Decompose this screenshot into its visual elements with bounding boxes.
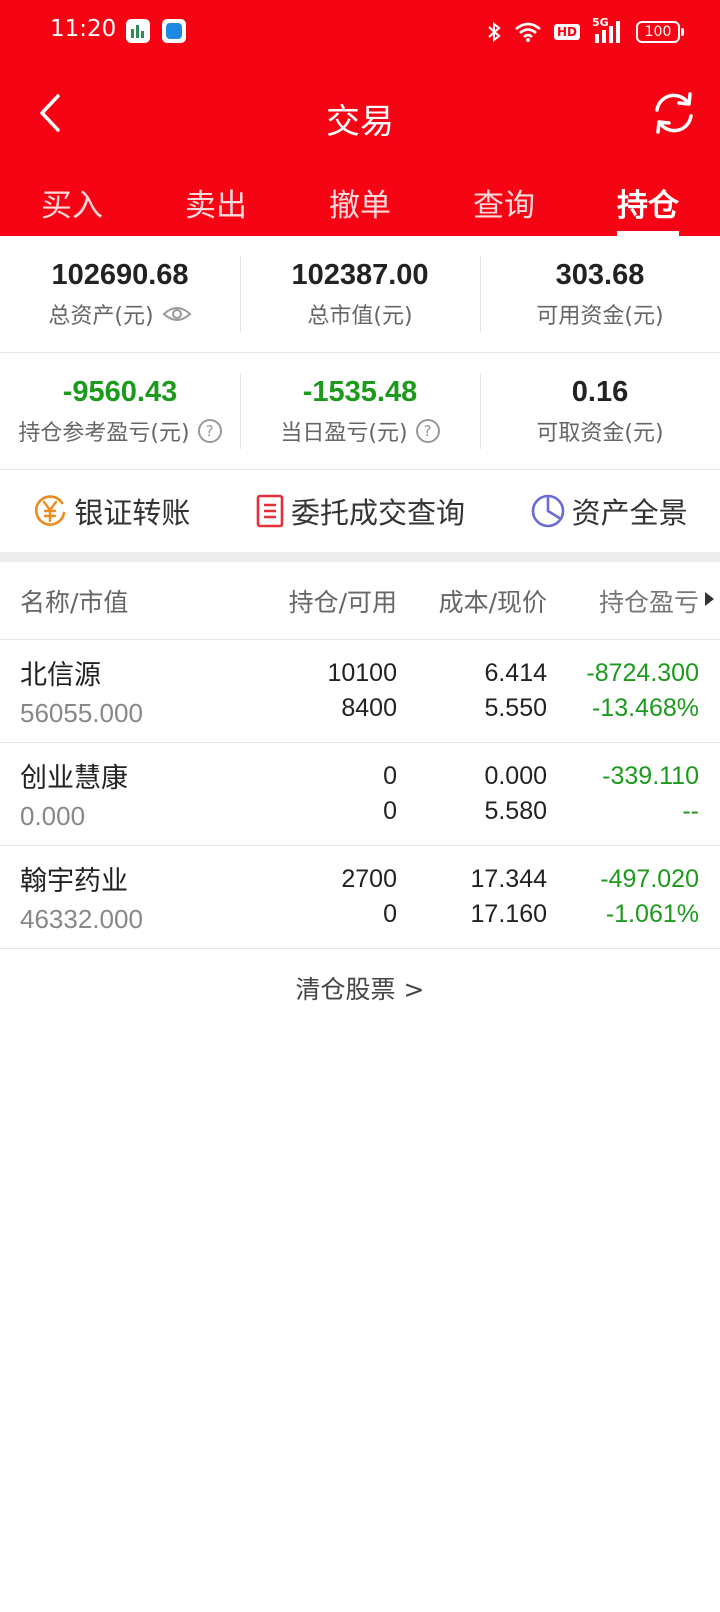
current-price: 5.580 bbox=[484, 797, 547, 825]
stock-market-value: 56055.000 bbox=[20, 698, 143, 728]
table-row[interactable]: 翰宇药业 46332.000 2700 0 17.344 17.160 -497… bbox=[0, 846, 720, 949]
header-holding-available: 持仓/可用 bbox=[288, 587, 397, 617]
summary-row-1: 102690.68 总资产(元) 102387.00 总市值(元) 303.68… bbox=[0, 236, 720, 353]
daily-pl-cell: -1535.48 当日盈亏(元) ? bbox=[240, 353, 480, 469]
stock-app-notification-icon bbox=[126, 19, 150, 43]
positions-table: 名称/市值 持仓/可用 成本/现价 持仓盈亏 北信源 56055.000 101… bbox=[0, 562, 720, 949]
current-price: 5.550 bbox=[484, 694, 547, 722]
position-pl: -339.110 bbox=[602, 762, 699, 790]
stock-name: 北信源 bbox=[20, 660, 101, 691]
app-header: 11:20 HD 5G 100 交易 买入 卖出 撤单 查询 持仓 bbox=[0, 0, 720, 236]
position-pl-cell: -9560.43 持仓参考盈亏(元) ? bbox=[0, 353, 240, 469]
header-name-market-value: 名称/市值 bbox=[20, 587, 129, 617]
total-market-value-value: 102387.00 bbox=[291, 258, 429, 291]
bank-transfer-label: 银证转账 bbox=[74, 496, 191, 530]
system-status-icons: HD 5G 100 bbox=[486, 16, 684, 46]
cost-price: 17.344 bbox=[470, 865, 547, 893]
order-query-label: 委托成交查询 bbox=[290, 496, 465, 530]
page-title: 交易 bbox=[326, 102, 394, 142]
position-pl-value: -9560.43 bbox=[62, 375, 178, 408]
holding-quantity: 0 bbox=[383, 762, 397, 790]
daily-pl-label-group: 当日盈亏(元) ? bbox=[280, 415, 440, 447]
daily-pl-value: -1535.48 bbox=[302, 375, 418, 408]
scroll-right-arrow-icon[interactable] bbox=[705, 592, 714, 606]
position-pl-percent: -1.061% bbox=[605, 900, 699, 928]
total-assets-cell: 102690.68 总资产(元) bbox=[0, 236, 240, 352]
current-price: 17.160 bbox=[470, 900, 547, 928]
tab-sell[interactable]: 卖出 bbox=[144, 170, 288, 236]
bank-transfer-button[interactable]: 银证转账 bbox=[32, 490, 190, 532]
section-divider bbox=[0, 552, 720, 562]
pie-chart-icon bbox=[531, 494, 564, 528]
status-bar: 11:20 HD 5G 100 bbox=[0, 0, 720, 64]
total-assets-label-group: 总资产(元) bbox=[48, 298, 192, 330]
holding-quantity: 10100 bbox=[327, 659, 397, 687]
tab-positions[interactable]: 持仓 bbox=[576, 170, 720, 236]
order-query-button[interactable]: 委托成交查询 bbox=[255, 490, 465, 532]
help-icon[interactable]: ? bbox=[197, 418, 222, 443]
table-row[interactable]: 创业慧康 0.000 0 0 0.000 5.580 -339.110 -- bbox=[0, 743, 720, 846]
cost-price: 6.414 bbox=[484, 659, 547, 687]
app-notification-icon bbox=[162, 19, 186, 43]
stock-name: 创业慧康 bbox=[20, 763, 128, 794]
available-funds-cell: 303.68 可用资金(元) bbox=[480, 236, 720, 352]
stock-name: 翰宇药业 bbox=[20, 866, 128, 897]
total-assets-value: 102690.68 bbox=[51, 258, 189, 291]
tab-query[interactable]: 查询 bbox=[432, 170, 576, 236]
quick-actions: 银证转账 委托成交查询 资产全景 bbox=[0, 470, 720, 552]
cleared-stocks-link[interactable]: 清仓股票 > bbox=[0, 970, 720, 1006]
total-market-value-label: 总市值(元) bbox=[307, 303, 413, 329]
cost-price: 0.000 bbox=[484, 762, 547, 790]
table-row[interactable]: 北信源 56055.000 10100 8400 6.414 5.550 -87… bbox=[0, 640, 720, 743]
header-cost-price: 成本/现价 bbox=[438, 587, 547, 617]
withdrawable-funds-cell: 0.16 可取资金(元) bbox=[480, 353, 720, 469]
asset-overview-button[interactable]: 资产全景 bbox=[530, 490, 688, 532]
stock-market-value: 0.000 bbox=[20, 801, 86, 831]
available-quantity: 0 bbox=[383, 900, 397, 928]
position-pl-label-group: 持仓参考盈亏(元) ? bbox=[18, 415, 222, 447]
table-header: 名称/市值 持仓/可用 成本/现价 持仓盈亏 bbox=[0, 562, 720, 640]
daily-pl-label: 当日盈亏(元) bbox=[280, 420, 408, 446]
document-list-icon bbox=[256, 494, 284, 528]
signal-indicator: 5G bbox=[592, 16, 624, 44]
position-pl: -497.020 bbox=[600, 865, 699, 893]
trade-tabs: 买入 卖出 撤单 查询 持仓 bbox=[0, 170, 720, 236]
asset-overview-label: 资产全景 bbox=[571, 496, 688, 530]
total-assets-label: 总资产(元) bbox=[48, 303, 154, 329]
account-summary: 102690.68 总资产(元) 102387.00 总市值(元) 303.68… bbox=[0, 236, 720, 470]
tab-buy[interactable]: 买入 bbox=[0, 170, 144, 236]
hd-badge: HD bbox=[553, 24, 580, 40]
eye-icon[interactable] bbox=[162, 304, 192, 324]
position-pl-percent: -13.468% bbox=[591, 694, 699, 722]
position-pl-label: 持仓参考盈亏(元) bbox=[18, 420, 190, 446]
status-time: 11:20 bbox=[50, 16, 117, 42]
withdrawable-funds-value: 0.16 bbox=[571, 375, 629, 408]
available-quantity: 8400 bbox=[341, 694, 397, 722]
stock-market-value: 46332.000 bbox=[20, 904, 143, 934]
tab-cancel-order[interactable]: 撤单 bbox=[288, 170, 432, 236]
withdrawable-funds-label: 可取资金(元) bbox=[536, 420, 664, 446]
available-funds-label: 可用资金(元) bbox=[536, 303, 664, 329]
available-quantity: 0 bbox=[383, 797, 397, 825]
total-market-value-cell: 102387.00 总市值(元) bbox=[240, 236, 480, 352]
wifi-icon bbox=[515, 22, 541, 42]
yuan-coin-icon bbox=[35, 495, 66, 526]
refresh-icon[interactable] bbox=[650, 88, 698, 138]
position-pl-percent: -- bbox=[682, 797, 699, 825]
nav-bar: 交易 bbox=[0, 72, 720, 162]
signal-icon bbox=[595, 21, 620, 43]
battery-indicator: 100 bbox=[636, 21, 684, 43]
bluetooth-icon bbox=[488, 21, 501, 43]
help-icon[interactable]: ? bbox=[415, 418, 440, 443]
position-pl: -8724.300 bbox=[586, 659, 699, 687]
holding-quantity: 2700 bbox=[341, 865, 397, 893]
available-funds-value: 303.68 bbox=[555, 258, 645, 291]
summary-row-2: -9560.43 持仓参考盈亏(元) ? -1535.48 当日盈亏(元) ? … bbox=[0, 353, 720, 470]
header-position-pl: 持仓盈亏 bbox=[598, 587, 699, 617]
